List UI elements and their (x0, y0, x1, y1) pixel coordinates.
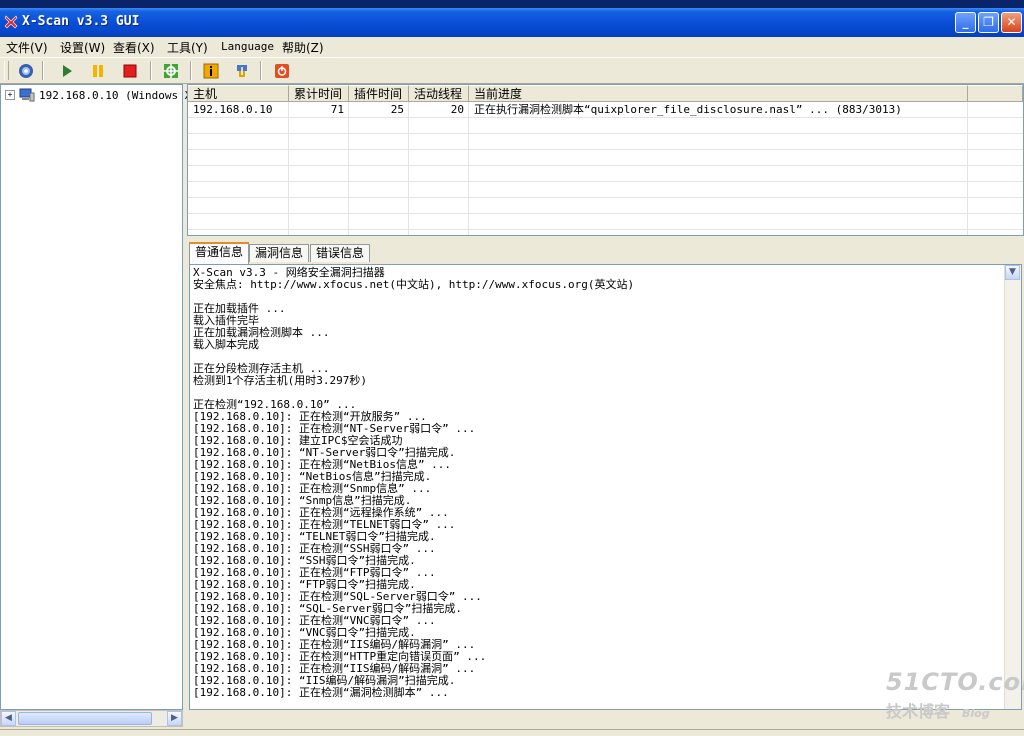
grid-line (188, 198, 1023, 214)
column-header-progress[interactable]: 当前进度 (469, 85, 968, 102)
scan-progress-table: 主机 累计时间 插件时间 活动线程 当前进度 192.168.0.10 71 2… (187, 84, 1024, 236)
watermark-logo: 51CTO.com 技术博客 Blog (886, 668, 1024, 722)
menu-settings[interactable]: 设置(W) (60, 39, 105, 56)
tool-icon (237, 65, 247, 77)
app-icon (4, 15, 18, 29)
menu-view[interactable]: 查看(X) (113, 39, 155, 56)
scroll-down-icon[interactable]: ▼ (1005, 265, 1020, 280)
log-panel[interactable]: X-Scan v3.3 - 网络安全漏洞扫描器 安全焦点: http://www.… (189, 264, 1022, 710)
stop-button[interactable] (120, 61, 140, 81)
scroll-right-icon[interactable]: ▶ (167, 711, 182, 726)
computer-icon (19, 88, 35, 102)
close-button[interactable]: ✕ (1001, 12, 1022, 33)
log-vertical-scrollbar[interactable]: ▲ ▼ (1004, 265, 1021, 709)
scrollbar-thumb[interactable] (18, 712, 152, 725)
log-line: 安全焦点: http://www.xfocus.net(中文站), http:/… (193, 278, 635, 291)
pause-icon (93, 65, 103, 77)
restore-button[interactable]: ❐ (978, 12, 999, 33)
tree-host-label: 192.168.0.10 (Windows X (39, 88, 192, 102)
info-tabs: 普通信息 漏洞信息 错误信息 (187, 242, 1024, 264)
tool-button[interactable] (232, 61, 252, 81)
exit-icon (275, 64, 289, 78)
log-line: 载入脚本完成 (193, 338, 259, 351)
toolbar-separator (42, 61, 44, 80)
connect-icon (19, 64, 33, 78)
menu-help[interactable]: 帮助(Z) (282, 39, 324, 56)
grid-line (188, 150, 1023, 166)
window-title: X-Scan v3.3 GUI (22, 14, 140, 29)
column-header-empty (968, 85, 1023, 102)
tab-error-info[interactable]: 错误信息 (310, 244, 371, 262)
toolbar-grip[interactable] (4, 61, 9, 80)
column-header-total-time[interactable]: 累计时间 (289, 85, 349, 102)
tree-horizontal-scrollbar[interactable]: ◀ ▶ (0, 710, 183, 727)
column-header-host[interactable]: 主机 (188, 85, 289, 102)
scan-config-button[interactable] (161, 61, 181, 81)
config-icon (164, 64, 178, 78)
log-line: 正在加载插件 ... (193, 302, 286, 315)
menu-file[interactable]: 文件(V) (6, 39, 48, 56)
grid-line (188, 166, 1023, 182)
info-button[interactable] (201, 61, 221, 81)
expand-icon[interactable]: + (5, 90, 15, 100)
menu-language[interactable]: Language (221, 40, 274, 53)
tab-vulnerability-info[interactable]: 漏洞信息 (249, 244, 310, 262)
tab-general-info[interactable]: 普通信息 (189, 242, 250, 264)
toolbar-separator (260, 61, 262, 80)
toolbar-separator (190, 61, 192, 80)
grid-line (188, 214, 1023, 230)
host-tree[interactable]: + 192.168.0.10 (Windows X (0, 84, 191, 710)
grid-line (188, 102, 1023, 118)
grid-line (188, 182, 1023, 198)
scroll-left-icon[interactable]: ◀ (1, 711, 16, 726)
start-button[interactable] (57, 61, 77, 81)
info-icon (203, 63, 219, 79)
column-header-threads[interactable]: 活动线程 (409, 85, 469, 102)
connect-button[interactable] (16, 61, 36, 81)
log-line: 检测到1个存活主机(用时3.297秒) (193, 374, 367, 387)
menu-bar: 文件(V) 设置(W) 查看(X) 工具(Y) Language 帮助(Z) (0, 37, 1024, 57)
toolbar (0, 57, 1024, 84)
desktop-strip (0, 0, 1024, 8)
watermark-tagline: 技术博客 Blog (886, 698, 1024, 722)
grid-line (188, 118, 1023, 134)
column-header-plugin-time[interactable]: 插件时间 (349, 85, 409, 102)
log-text: X-Scan v3.3 - 网络安全漏洞扫描器 安全焦点: http://www.… (193, 267, 1001, 699)
minimize-button[interactable]: _ (955, 12, 976, 33)
log-line: 正在加载漏洞检测脚本 ... (193, 326, 330, 339)
table-header: 主机 累计时间 插件时间 活动线程 当前进度 (188, 85, 1023, 102)
pause-button[interactable] (88, 61, 108, 81)
menu-tools[interactable]: 工具(Y) (167, 39, 208, 56)
tree-item-host[interactable]: + 192.168.0.10 (Windows X (5, 88, 191, 102)
title-bar[interactable]: X-Scan v3.3 GUI _ ❐ ✕ (0, 8, 1024, 37)
log-line: [192.168.0.10]: 正在检测“漏洞检测脚本” ... (193, 686, 449, 699)
exit-button[interactable] (272, 61, 292, 81)
watermark-text: 技术博客 (886, 702, 951, 721)
watermark-brand: 51CTO.com (886, 668, 1024, 696)
grid-line (188, 134, 1023, 150)
play-icon (63, 65, 72, 77)
toolbar-separator (150, 61, 152, 80)
stop-icon (123, 64, 137, 78)
status-bar (0, 729, 1024, 736)
watermark-blog: Blog (962, 707, 990, 720)
